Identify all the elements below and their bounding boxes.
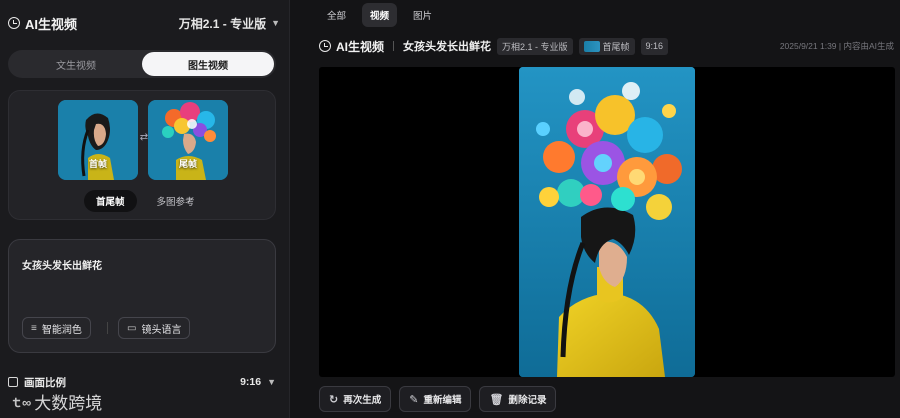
ratio-chip: 9:16 bbox=[640, 37, 669, 55]
result-title: 女孩头发长出鲜花 bbox=[403, 41, 492, 53]
delete-label: 删除记录 bbox=[508, 395, 547, 406]
frames-chip: 首尾帧 bbox=[578, 37, 635, 55]
refresh-icon: ↻ bbox=[329, 393, 339, 406]
smart-polish-button[interactable]: ≡ 智能润色 bbox=[22, 317, 91, 339]
tab-image[interactable]: 图片 bbox=[405, 3, 440, 27]
result-actions: ↻ 再次生成 ✎ 重新编辑 🗑 删除记录 bbox=[319, 386, 557, 412]
tab-video[interactable]: 视频 bbox=[362, 3, 398, 27]
frames-chip-thumbnail bbox=[583, 40, 600, 52]
left-panel: AI生视频 万相2.1 - 专业版 ▼ 文生视频 图生视频 首帧 ⇄ 尾帧 首尾… bbox=[0, 0, 290, 418]
last-frame-thumbnail[interactable]: 尾帧 bbox=[148, 100, 228, 180]
portrait-image bbox=[519, 67, 695, 377]
edit-icon: ✎ bbox=[409, 393, 419, 406]
prompt-input[interactable]: 女孩头发长出鲜花 bbox=[22, 257, 102, 272]
brand-title: AI生视频 bbox=[25, 16, 78, 32]
reedit-button[interactable]: ✎ 重新编辑 bbox=[399, 386, 472, 412]
filter-tabs: 全部 视频 图片 bbox=[319, 3, 440, 27]
brand: AI生视频 bbox=[8, 14, 77, 33]
prompt-card[interactable]: 女孩头发长出鲜花 ≡ 智能润色 ▭ 镜头语言 bbox=[8, 239, 276, 353]
left-header: AI生视频 万相2.1 - 专业版 ▼ bbox=[8, 12, 280, 34]
reedit-label: 重新编辑 bbox=[423, 395, 462, 406]
aspect-ratio-select[interactable]: 9:16 ▼ bbox=[240, 376, 276, 388]
model-chip: 万相2.1 - 专业版 bbox=[497, 37, 573, 55]
chevron-down-icon: ▼ bbox=[271, 18, 280, 28]
watermark-logo: ｔ∞ bbox=[10, 395, 31, 410]
result-info-row: AI生视频 女孩头发长出鲜花 万相2.1 - 专业版 首尾帧 9:16 2025… bbox=[319, 37, 894, 55]
aspect-ratio-icon bbox=[8, 377, 18, 387]
tab-multi-image-reference[interactable]: 多图参考 bbox=[145, 190, 207, 212]
tab-text-to-video[interactable]: 文生视频 bbox=[10, 52, 142, 76]
camera-icon: ▭ bbox=[127, 322, 137, 334]
video-preview[interactable] bbox=[319, 67, 895, 377]
divider bbox=[393, 41, 395, 51]
chevron-down-icon: ▼ bbox=[267, 377, 276, 387]
frames-chip-label: 首尾帧 bbox=[602, 41, 630, 52]
clock-icon bbox=[8, 17, 20, 29]
frame-mode-tabs: 首尾帧 多图参考 bbox=[84, 190, 207, 212]
watermark-text: 大数跨境 bbox=[34, 394, 103, 413]
result-meta: 2025/9/21 1:39 | 内容由AI生成 bbox=[779, 41, 894, 51]
model-label: 万相2.1 - 专业版 bbox=[178, 16, 267, 31]
tab-image-to-video[interactable]: 图生视频 bbox=[142, 52, 274, 76]
regenerate-label: 再次生成 bbox=[343, 395, 382, 406]
video-frame bbox=[519, 67, 695, 377]
polish-icon: ≡ bbox=[31, 322, 37, 334]
trash-icon: 🗑 bbox=[489, 393, 504, 406]
last-frame-label: 尾帧 bbox=[178, 159, 197, 169]
aspect-ratio-row[interactable]: 画面比例 9:16 ▼ bbox=[8, 374, 276, 390]
divider bbox=[107, 322, 108, 334]
delete-button[interactable]: 🗑 删除记录 bbox=[479, 386, 557, 412]
tab-all[interactable]: 全部 bbox=[319, 3, 354, 27]
aspect-ratio-label-group: 画面比例 bbox=[8, 375, 66, 390]
clock-icon bbox=[319, 40, 331, 52]
aspect-ratio-value: 9:16 bbox=[240, 376, 262, 388]
frames-card: 首帧 ⇄ 尾帧 首尾帧 多图参考 bbox=[8, 90, 276, 220]
aspect-ratio-label: 画面比例 bbox=[24, 376, 66, 389]
model-select[interactable]: 万相2.1 - 专业版 ▼ bbox=[179, 15, 280, 32]
right-panel: 全部 视频 图片 AI生视频 女孩头发长出鲜花 万相2.1 - 专业版 首尾帧 … bbox=[291, 0, 900, 418]
smart-polish-label: 智能润色 bbox=[41, 324, 82, 336]
camera-language-label: 镜头语言 bbox=[141, 324, 182, 336]
result-brand: AI生视频 bbox=[319, 38, 384, 55]
first-frame-label: 首帧 bbox=[88, 159, 107, 169]
camera-language-button[interactable]: ▭ 镜头语言 bbox=[118, 317, 191, 339]
result-brand-title: AI生视频 bbox=[336, 39, 385, 54]
watermark: ｔ∞ 大数跨境 bbox=[10, 389, 102, 414]
mode-toggle: 文生视频 图生视频 bbox=[8, 50, 276, 78]
tab-first-last-frame[interactable]: 首尾帧 bbox=[84, 190, 137, 212]
regenerate-button[interactable]: ↻ 再次生成 bbox=[319, 386, 392, 412]
first-frame-thumbnail[interactable]: 首帧 bbox=[58, 100, 138, 180]
